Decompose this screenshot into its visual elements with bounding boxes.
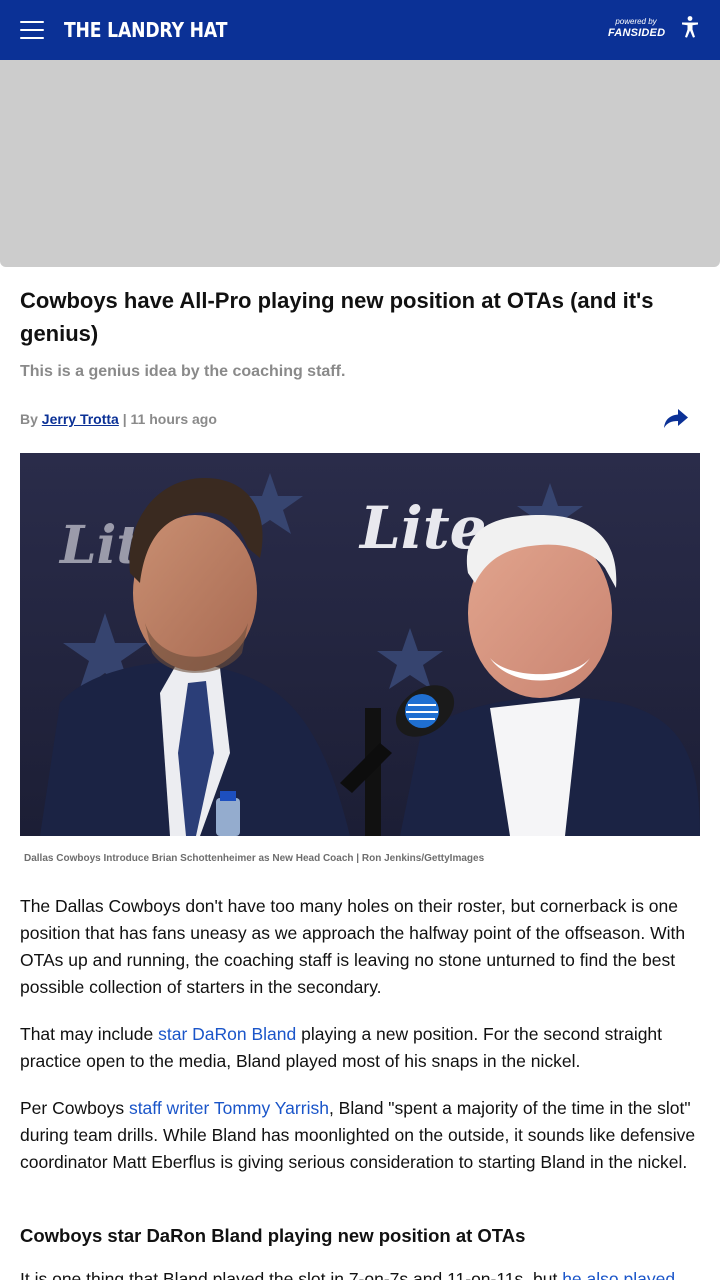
fansided-logo: FANSIDED xyxy=(608,27,666,39)
article-hero-image: Lite Lite xyxy=(20,453,700,836)
paragraph-text: Per Cowboys xyxy=(20,1098,129,1118)
site-header: THE LANDRY HAT powered by FANSIDED xyxy=(0,0,720,60)
author-link[interactable]: Jerry Trotta xyxy=(42,411,119,427)
powered-by-label: powered by xyxy=(615,17,657,26)
hamburger-menu-icon[interactable] xyxy=(20,21,44,39)
byline-prefix: By xyxy=(20,411,38,427)
byline: By Jerry Trotta | 11 hours ago xyxy=(20,409,217,429)
paragraph-text: It is one thing that Bland played the sl… xyxy=(20,1269,563,1280)
byline-separator: | xyxy=(122,411,127,427)
article-title: Cowboys have All-Pro playing new positio… xyxy=(20,288,654,346)
inline-link-he-also-played[interactable]: he also played xyxy=(562,1269,675,1280)
section-heading: Cowboys star DaRon Bland playing new pos… xyxy=(20,1225,526,1246)
accessibility-icon[interactable] xyxy=(677,14,703,40)
image-caption: Dallas Cowboys Introduce Brian Schottenh… xyxy=(24,853,485,864)
backdrop-logo-text: Lite xyxy=(358,494,487,562)
article-paragraph-4: It is one thing that Bland played the sl… xyxy=(20,1266,704,1280)
article-paragraph-1: The Dallas Cowboys don't have too many h… xyxy=(20,896,686,997)
share-arrow-icon[interactable] xyxy=(662,406,690,432)
inline-link-daron-bland[interactable]: star DaRon Bland xyxy=(158,1024,296,1044)
fansided-badge[interactable]: powered by FANSIDED xyxy=(608,17,666,40)
site-logo[interactable]: THE LANDRY HAT xyxy=(64,15,227,45)
inline-link-tommy-yarrish[interactable]: staff writer Tommy Yarrish xyxy=(129,1098,329,1118)
article-paragraph-2: That may include star DaRon Bland playin… xyxy=(20,1021,704,1075)
article-paragraph-3: Per Cowboys staff writer Tommy Yarrish, … xyxy=(20,1095,704,1176)
publish-time: 11 hours ago xyxy=(130,411,217,427)
article-subtitle: This is a genius idea by the coaching st… xyxy=(20,363,346,380)
ad-placeholder xyxy=(0,60,720,267)
paragraph-text: That may include xyxy=(20,1024,159,1044)
